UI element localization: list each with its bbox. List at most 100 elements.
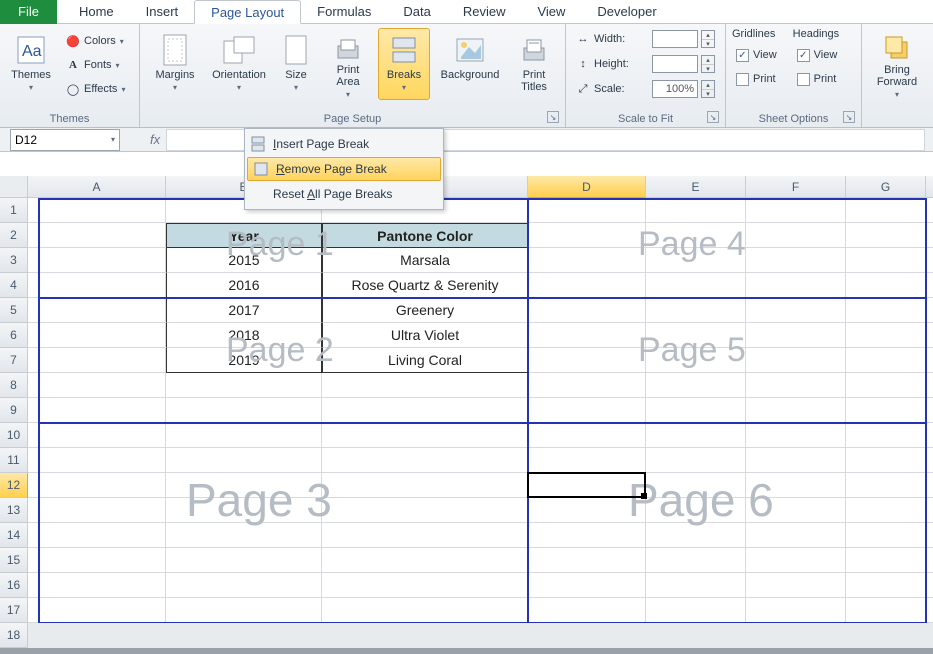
height-icon: ↕: [576, 57, 590, 71]
cell-C6[interactable]: Ultra Violet: [322, 323, 528, 348]
cell-B7[interactable]: 2019: [166, 348, 322, 373]
tab-formulas[interactable]: Formulas: [301, 0, 387, 24]
spreadsheet-grid[interactable]: ABCDEFGH 123456789101112131415161718 Yea…: [0, 176, 933, 654]
row-header-1[interactable]: 1: [0, 198, 28, 223]
cell-B4[interactable]: 2016: [166, 273, 322, 298]
file-tab[interactable]: File: [0, 0, 57, 24]
cell-C2[interactable]: Pantone Color: [322, 223, 528, 248]
cell-C4[interactable]: Rose Quartz & Serenity: [322, 273, 528, 298]
tab-home[interactable]: Home: [63, 0, 130, 24]
insert-break-label: Insert Page Break: [273, 137, 369, 151]
tab-insert[interactable]: Insert: [130, 0, 195, 24]
cell-C3[interactable]: Marsala: [322, 248, 528, 273]
cell-C7[interactable]: Living Coral: [322, 348, 528, 373]
cell-B5[interactable]: 2017: [166, 298, 322, 323]
orientation-icon: [222, 33, 256, 67]
dialog-launcher-icon[interactable]: ↘: [707, 111, 719, 123]
tab-data[interactable]: Data: [387, 0, 446, 24]
select-all-corner[interactable]: [0, 176, 28, 198]
row-header-7[interactable]: 7: [0, 348, 28, 373]
gridlines-view-checkbox[interactable]: ✓View: [732, 44, 781, 66]
row-header-13[interactable]: 13: [0, 498, 28, 523]
row-header-9[interactable]: 9: [0, 398, 28, 423]
bring-forward-button[interactable]: Bring Forward ▾: [868, 28, 926, 100]
page-break-line: [38, 297, 926, 299]
height-value[interactable]: [652, 55, 698, 73]
reset-page-breaks-item[interactable]: Reset All Page Breaks: [245, 181, 443, 207]
remove-page-break-item[interactable]: Remove Page Break: [247, 157, 441, 181]
print-area-icon: [331, 33, 365, 62]
row-header-8[interactable]: 8: [0, 373, 28, 398]
scale-label: Scale:: [594, 83, 625, 95]
height-label: Height:: [594, 58, 629, 70]
chevron-down-icon: ▾: [895, 90, 899, 99]
col-header-G[interactable]: G: [846, 176, 926, 198]
tab-developer[interactable]: Developer: [581, 0, 672, 24]
group-arrange: Bring Forward ▾: [862, 24, 932, 127]
chevron-down-icon: ▾: [173, 83, 177, 92]
row-header-16[interactable]: 16: [0, 573, 28, 598]
dialog-launcher-icon[interactable]: ↘: [843, 111, 855, 123]
spinner-icon[interactable]: ▴▾: [701, 30, 715, 48]
orientation-button[interactable]: Orientation▾: [210, 28, 268, 100]
row-header-2[interactable]: 2: [0, 223, 28, 248]
cell-B6[interactable]: 2018: [166, 323, 322, 348]
print-area-label: Print Area: [336, 64, 359, 88]
print-titles-button[interactable]: Print Titles: [510, 28, 558, 100]
col-header-H[interactable]: H: [926, 176, 933, 198]
row-header-4[interactable]: 4: [0, 273, 28, 298]
row-header-17[interactable]: 17: [0, 598, 28, 623]
col-header-F[interactable]: F: [746, 176, 846, 198]
effects-button[interactable]: ◯Effects ▾: [62, 78, 129, 100]
spinner-icon[interactable]: ▴▾: [701, 55, 715, 73]
scale-value[interactable]: 100%: [652, 80, 698, 98]
headings-view-checkbox[interactable]: ✓View: [793, 44, 842, 66]
fonts-button[interactable]: AFonts ▾: [62, 54, 129, 76]
gridlines-print-checkbox[interactable]: Print: [732, 68, 781, 90]
cell-B2[interactable]: Year: [166, 223, 322, 248]
row-header-5[interactable]: 5: [0, 298, 28, 323]
name-box[interactable]: D12 ▾: [10, 129, 120, 151]
row-header-18[interactable]: 18: [0, 623, 28, 648]
dialog-launcher-icon[interactable]: ↘: [547, 111, 559, 123]
bring-forward-icon: [880, 33, 914, 62]
width-icon: ↔: [576, 32, 590, 46]
cell-B3[interactable]: 2015: [166, 248, 322, 273]
col-header-E[interactable]: E: [646, 176, 746, 198]
width-value[interactable]: [652, 30, 698, 48]
row-header-12[interactable]: 12: [0, 473, 28, 498]
col-header-A[interactable]: A: [28, 176, 166, 198]
size-button[interactable]: Size▾: [274, 28, 318, 100]
row-header-14[interactable]: 14: [0, 523, 28, 548]
themes-button[interactable]: Aa Themes▾: [6, 28, 56, 100]
insert-page-break-item[interactable]: Insert Page Break: [245, 131, 443, 157]
headings-print-checkbox[interactable]: Print: [793, 68, 842, 90]
row-header-10[interactable]: 10: [0, 423, 28, 448]
page-break-line: [527, 198, 529, 623]
row-header-6[interactable]: 6: [0, 323, 28, 348]
tab-review[interactable]: Review: [447, 0, 522, 24]
print-area-button[interactable]: Print Area ▾: [324, 28, 372, 100]
scale-control[interactable]: ⤢Scale: 100%▴▾: [572, 78, 719, 100]
breaks-button[interactable]: Breaks▾: [378, 28, 430, 100]
formula-bar-row: D12 ▾ fx: [0, 128, 933, 152]
cell-C5[interactable]: Greenery: [322, 298, 528, 323]
row-header-15[interactable]: 15: [0, 548, 28, 573]
colors-button[interactable]: 🔴Colors ▾: [62, 30, 129, 52]
chevron-down-icon[interactable]: ▾: [111, 135, 115, 144]
spinner-icon[interactable]: ▴▾: [701, 80, 715, 98]
margins-icon: [158, 33, 192, 67]
chevron-down-icon: ▾: [120, 37, 124, 46]
fx-icon[interactable]: fx: [150, 132, 160, 147]
chevron-down-icon: ▾: [346, 90, 350, 99]
headings-heading: Headings: [793, 28, 842, 40]
col-header-D[interactable]: D: [528, 176, 646, 198]
tab-view[interactable]: View: [521, 0, 581, 24]
row-header-11[interactable]: 11: [0, 448, 28, 473]
row-header-3[interactable]: 3: [0, 248, 28, 273]
height-control[interactable]: ↕ Height: ▴▾: [572, 53, 719, 75]
tab-page-layout[interactable]: Page Layout: [194, 0, 301, 24]
background-button[interactable]: Background: [436, 28, 504, 100]
margins-button[interactable]: Margins▾: [146, 28, 204, 100]
width-control[interactable]: ↔Width: ▴▾: [572, 28, 719, 50]
